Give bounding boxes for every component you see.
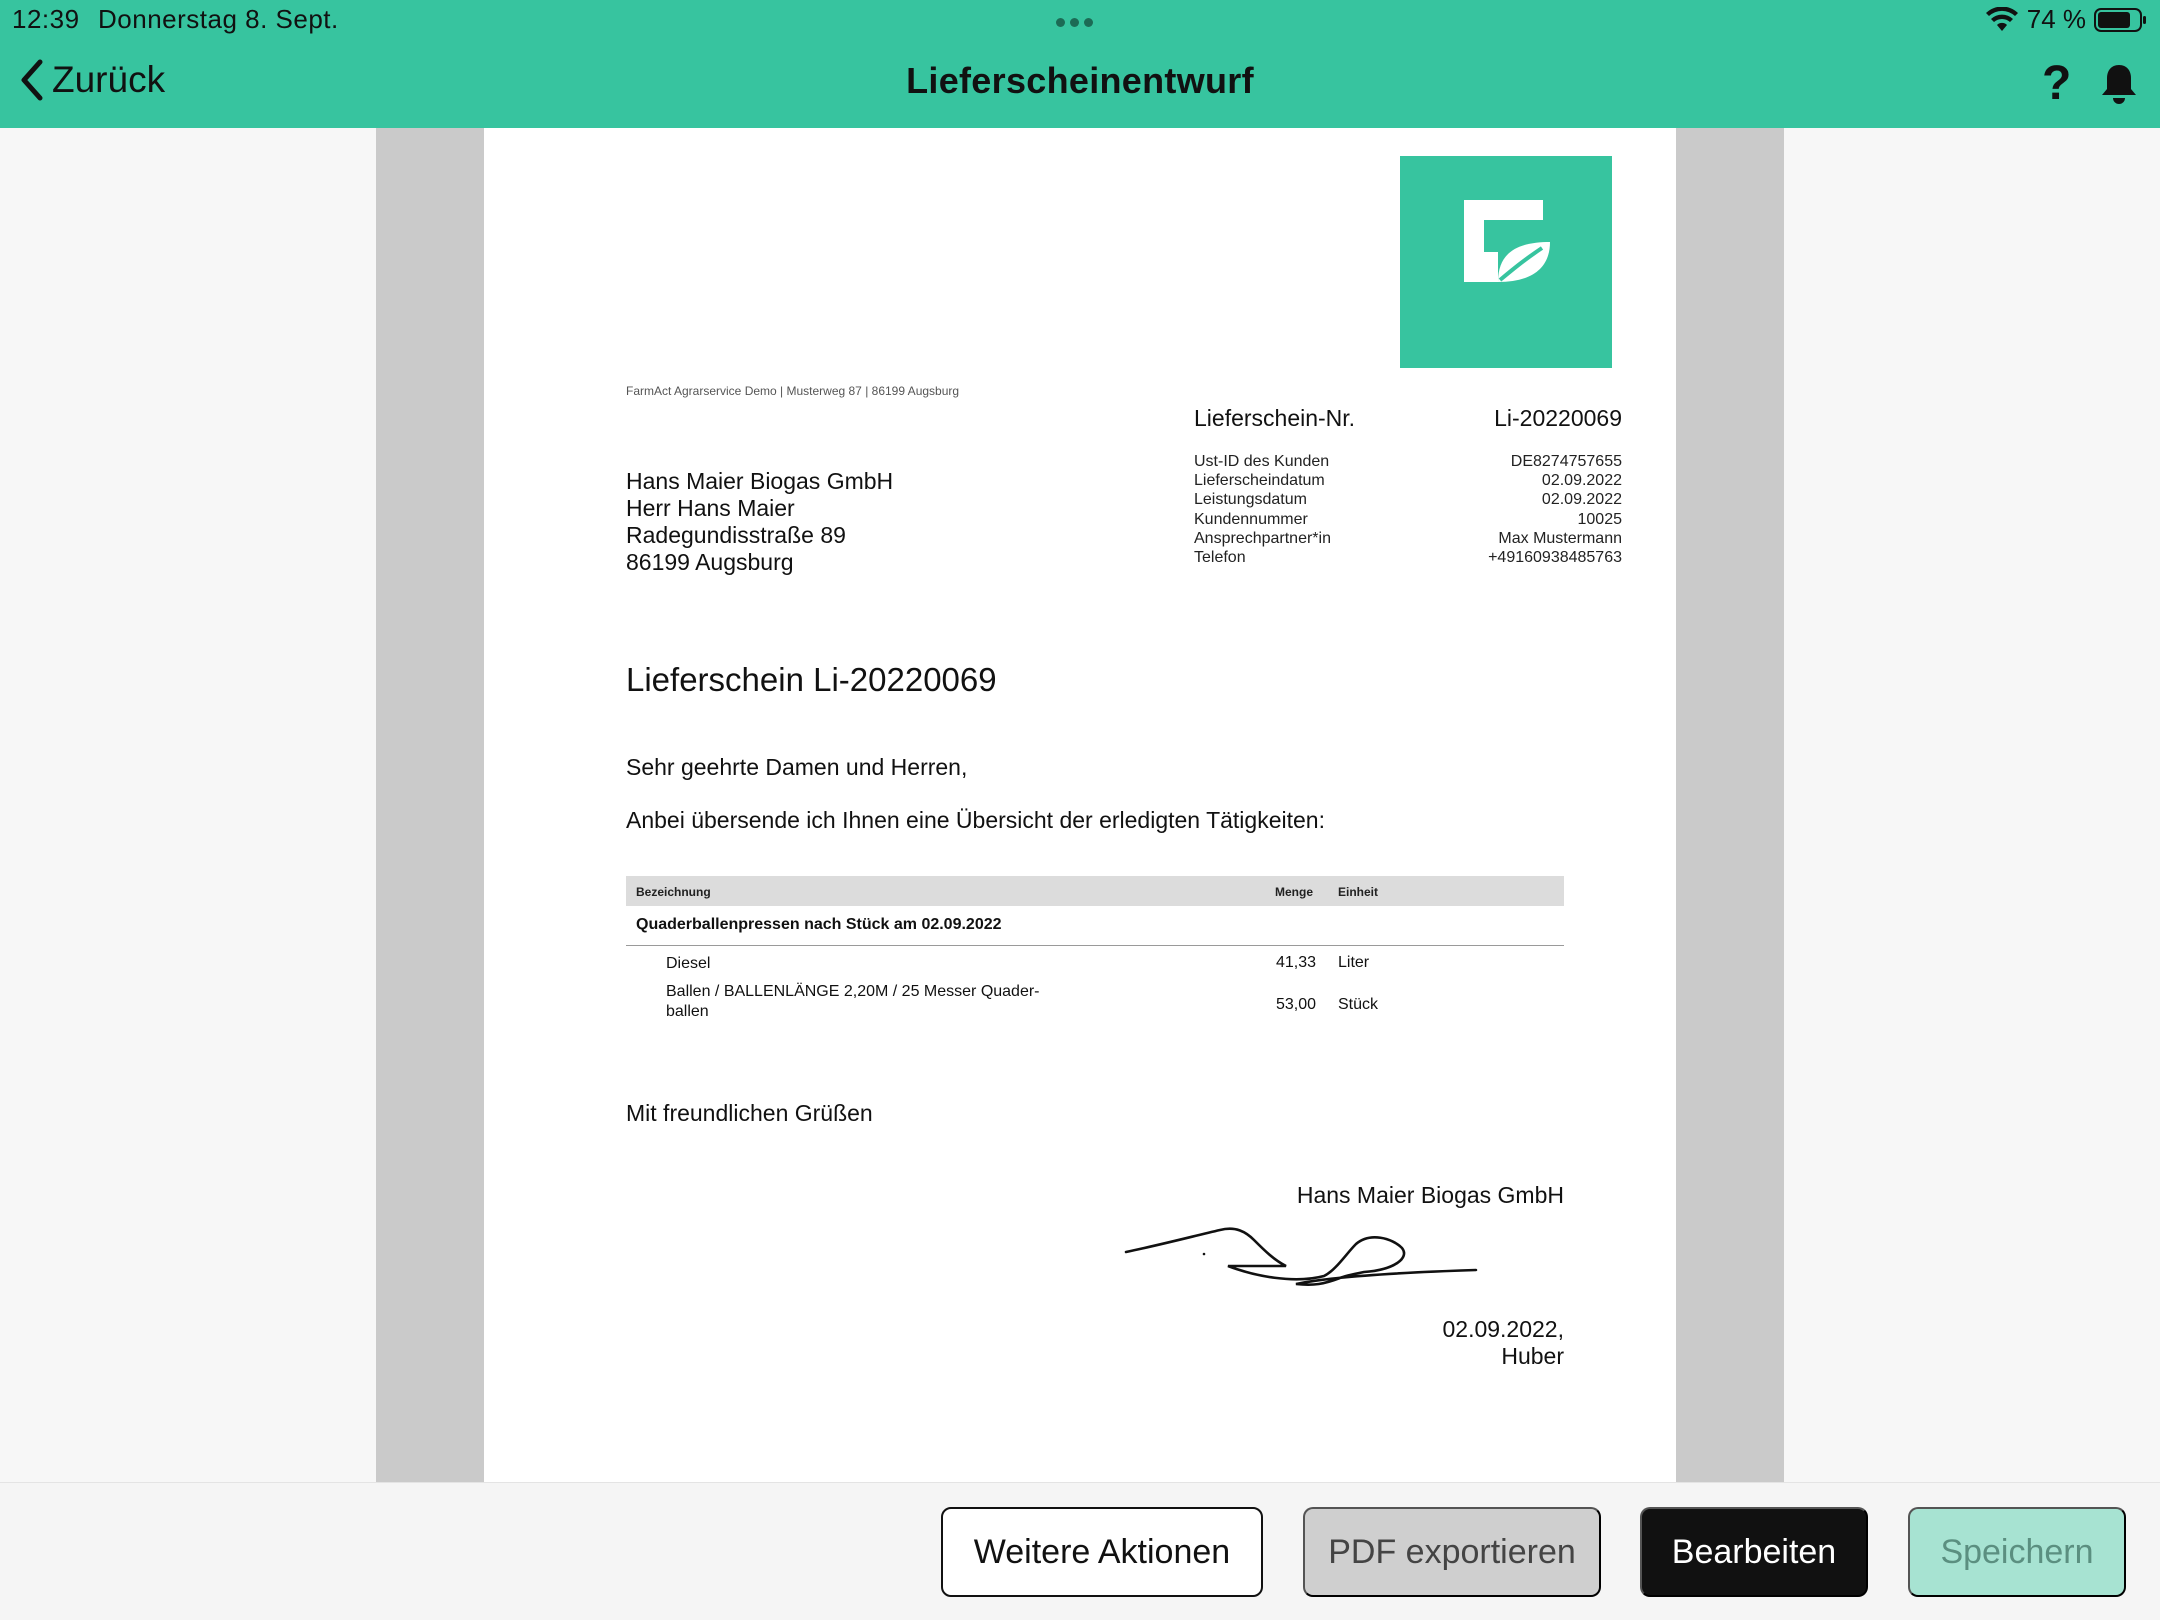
group-title: Quaderballenpressen nach Stück am 02.09.… [636,916,1002,933]
recipient-line: Radegundisstraße 89 [626,522,846,548]
meta-label: Leistungsdatum [1194,491,1307,509]
meta-row: Ansprechpartner*in Max Mustermann [1194,529,1622,548]
multitasking-dots-icon[interactable] [1056,18,1093,27]
save-button[interactable]: Speichern [1908,1507,2126,1597]
farmact-logo [1400,156,1612,368]
meta-row: Ust-ID des Kunden DE8274757655 [1194,452,1622,471]
meta-label: Ansprechpartner*in [1194,529,1331,547]
intro-text: Anbei übersende ich Ihnen eine Übersicht… [626,807,1325,833]
meta-label: Lieferscheindatum [1194,472,1325,490]
recipient-address: Hans Maier Biogas GmbH Herr Hans Maier R… [626,468,893,576]
recipient-line: Hans Maier Biogas GmbH [626,468,894,494]
sender-address-line: FarmAct Agrarservice Demo | Musterweg 87… [626,384,960,398]
signature-date-block: 02.09.2022, Huber [1442,1316,1564,1370]
meta-value: 10025 [1577,510,1623,528]
meta-row: Lieferscheindatum 02.09.2022 [1194,471,1622,490]
row-unit: Liter [1338,954,1370,971]
battery-icon [2094,7,2146,32]
bottom-toolbar: Weitere Aktionen PDF exportieren Bearbei… [0,1482,2160,1620]
signature-company: Hans Maier Biogas GmbH [1296,1182,1564,1208]
bell-icon[interactable] [2098,62,2140,106]
edit-button[interactable]: Bearbeiten [1640,1507,1868,1597]
column-header-unit: Einheit [1338,885,1379,899]
meta-value: 02.09.2022 [1541,491,1622,509]
column-header-quantity: Menge [1275,885,1314,899]
status-right: 74 % [1985,4,2148,35]
page-gutter-right [1676,128,1784,1482]
row-quantity: 53,00 [1275,996,1316,1013]
meta-value: Max Mustermann [1498,529,1622,547]
meta-row: Leistungsdatum 02.09.2022 [1194,490,1622,509]
page-gutter-left [376,128,484,1482]
status-date: Donnerstag 8. Sept. [98,4,339,34]
meta-label: Kundennummer [1194,510,1308,528]
row-description-line: Ballen / BALLENLÄNGE 2,20M / 25 Messer Q… [666,983,1040,1000]
meta-value: +49160938485763 [1488,549,1622,567]
closing-text: Mit freundlichen Grüßen [626,1100,873,1126]
row-description: Diesel [666,955,711,972]
signature-name: Huber [1501,1343,1564,1369]
table-row: Ballen / BALLENLÄNGE 2,20M / 25 Messer Q… [626,980,1564,1036]
export-pdf-button[interactable]: PDF exportieren [1303,1507,1601,1597]
signature-date: 02.09.2022, [1442,1316,1564,1342]
meta-head-value: Li-20220069 [1494,405,1622,431]
meta-row: Telefon +49160938485763 [1194,548,1622,567]
handwritten-signature [1124,1227,1478,1287]
meta-value: 02.09.2022 [1541,472,1622,490]
document-title: Lieferschein Li-20220069 [626,661,997,698]
row-unit: Stück [1338,996,1379,1013]
status-time: 12:39 [12,4,80,34]
meta-value: DE8274757655 [1510,453,1622,470]
more-actions-button[interactable]: Weitere Aktionen [941,1507,1263,1597]
page-title: Lieferscheinentwurf [906,60,1254,101]
table-row: Diesel 41,33 Liter [626,946,1564,980]
meta-label: Ust-ID des Kunden [1194,453,1330,470]
table-group-row: Quaderballenpressen nach Stück am 02.09.… [626,906,1564,946]
meta-row: Kundennummer 10025 [1194,510,1622,529]
top-bar: 12:39 Donnerstag 8. Sept. 74 % Zurück Li… [0,0,2160,128]
wifi-icon [1985,6,2018,31]
recipient-line: Herr Hans Maier [626,495,795,521]
help-icon[interactable]: ? [2042,56,2071,111]
document-page: FarmAct Agrarservice Demo | Musterweg 87… [484,128,1676,1482]
table-header: Bezeichnung Menge Einheit [626,876,1564,906]
meta-head-label: Lieferschein-Nr. [1194,405,1356,431]
column-header-description: Bezeichnung [636,885,711,899]
recipient-line: 86199 Augsburg [626,549,794,575]
row-quantity: 41,33 [1275,954,1316,971]
battery-percentage: 74 % [2026,4,2086,34]
salutation: Sehr geehrte Damen und Herren, [626,754,968,780]
row-description: Ballen / BALLENLÄNGE 2,20M / 25 Messer Q… [666,982,1086,1022]
activities-table: Bezeichnung Menge Einheit Quaderballenpr… [626,876,1564,1036]
document-meta: Ust-ID des Kunden DE8274757655 Liefersche… [1194,452,1622,567]
meta-label: Telefon [1194,549,1246,567]
document-viewer[interactable]: FarmAct Agrarservice Demo | Musterweg 87… [0,128,2160,1482]
row-description-line: ballen [666,1003,709,1020]
